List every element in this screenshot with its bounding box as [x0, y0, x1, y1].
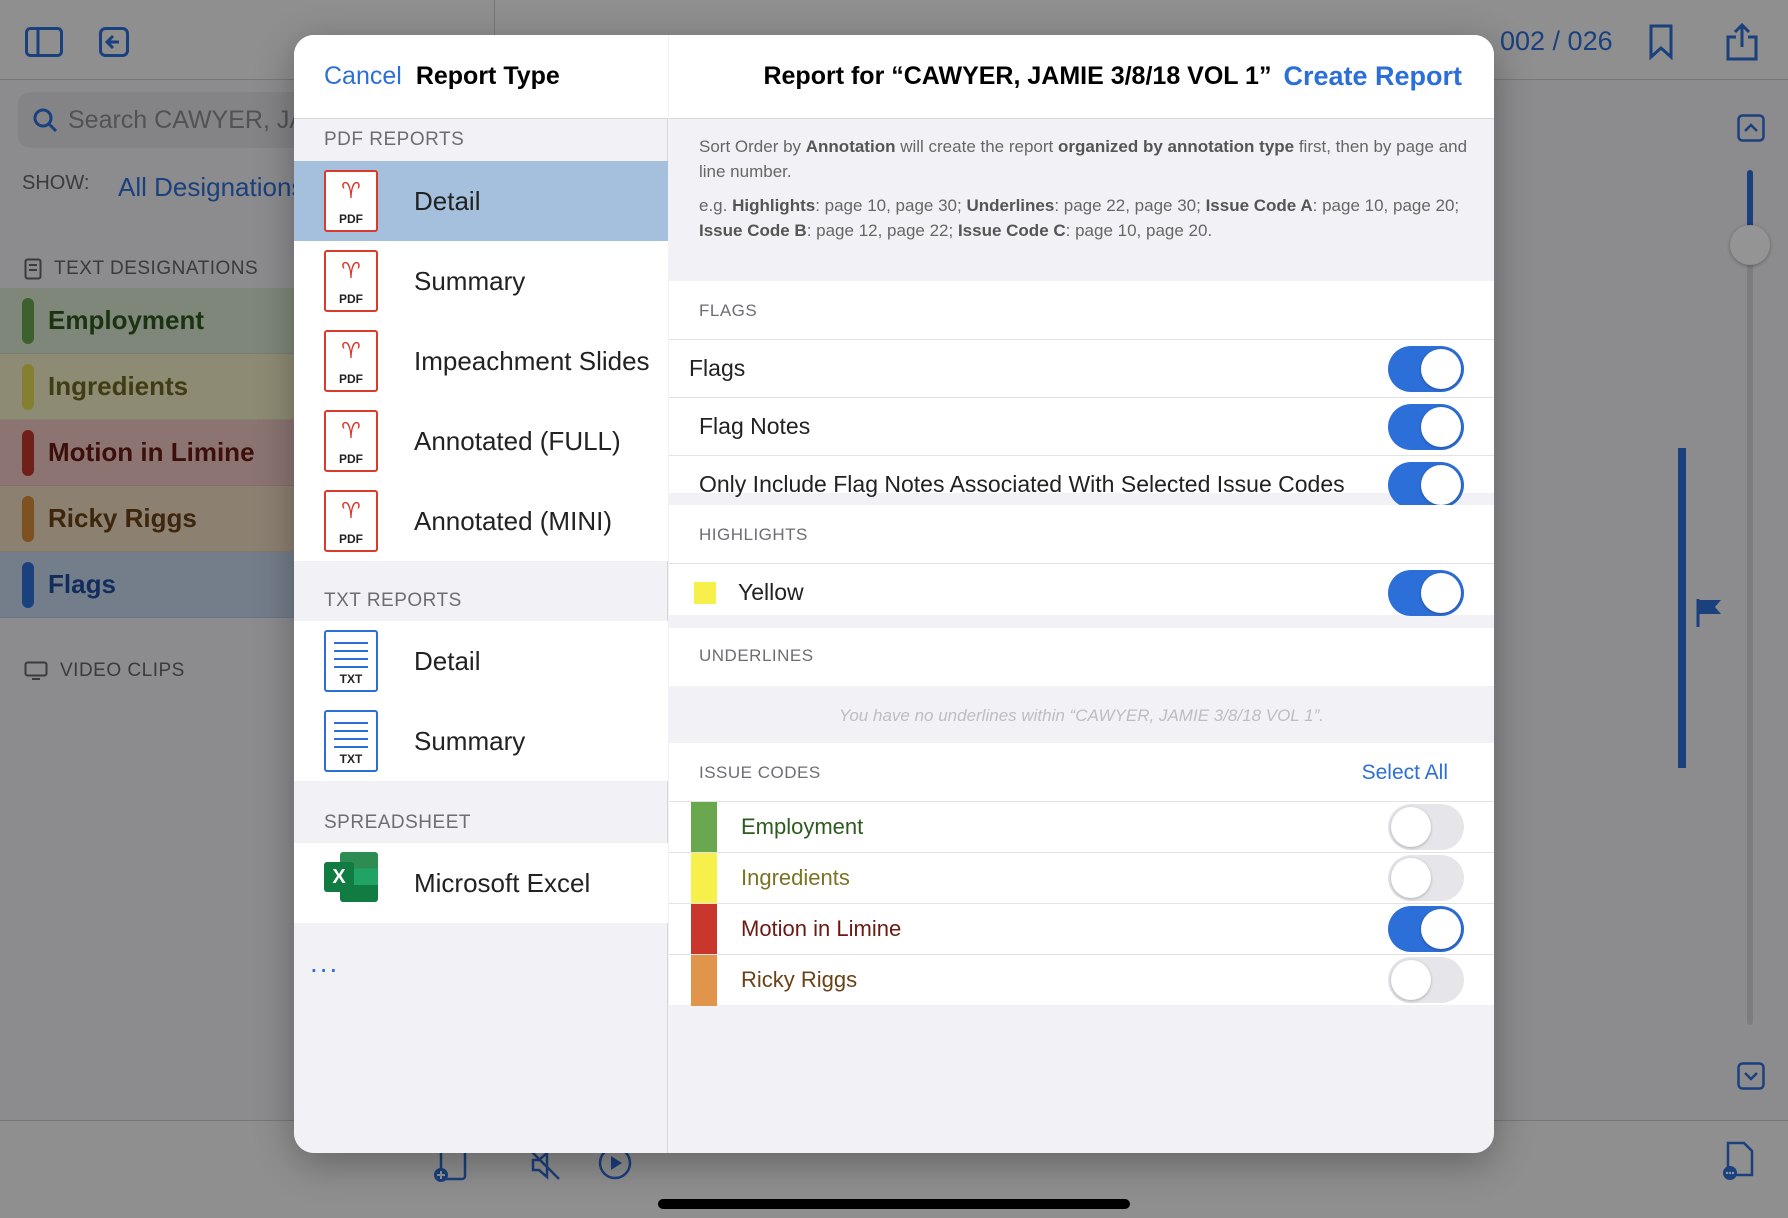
create-report-button[interactable]: Create Report	[1283, 61, 1462, 92]
pdf-report-item[interactable]: ♈ PDF Summary	[294, 241, 668, 321]
issue-code-color	[691, 852, 717, 904]
issue-code-toggle[interactable]	[1388, 957, 1464, 1003]
flag-option-row: Flag Notes	[669, 397, 1494, 455]
issue-code-toggle[interactable]	[1388, 906, 1464, 952]
issue-code-row: Motion in Limine	[669, 903, 1494, 955]
select-all-button[interactable]: Select All	[1362, 761, 1448, 785]
xls-report-item[interactable]: X Microsoft Excel	[294, 843, 668, 923]
flag-option-label: Flags	[689, 355, 746, 381]
sort-order-info: Sort Order by Annotation will create the…	[699, 137, 1468, 240]
pdf-file-icon: ♈ PDF	[324, 250, 378, 312]
flag-option-label: Flag Notes	[699, 413, 811, 439]
issue-code-label: Ingredients	[741, 865, 850, 890]
flags-section: FLAGS Flags Flag Notes Only Include Flag N…	[669, 281, 1494, 508]
report-item-label: Annotated (FULL)	[414, 425, 621, 456]
excel-icon: X	[324, 852, 378, 914]
report-item-label: Summary	[414, 265, 526, 296]
report-options-pane: Report for “CAWYER, JAMIE 3/8/18 VOL 1” …	[669, 35, 1494, 1153]
report-item-label: Microsoft Excel	[414, 867, 591, 898]
flag-option-row: Flags	[669, 339, 1494, 397]
underlines-section: UNDERLINES	[669, 628, 1494, 686]
report-item-label: Impeachment Slides	[414, 345, 650, 376]
pdf-report-item[interactable]: ♈ PDF Detail	[294, 161, 668, 241]
spreadsheet-label: SPREADSHEET	[324, 812, 471, 833]
issue-code-color	[691, 954, 717, 1006]
pdf-report-item[interactable]: ♈ PDF Annotated (FULL)	[294, 401, 668, 481]
pdf-file-icon: ♈ PDF	[324, 410, 378, 472]
issue-code-color	[691, 903, 717, 955]
issue-codes-section-label: ISSUE CODES	[699, 763, 821, 782]
pdf-file-icon: ♈ PDF	[324, 330, 378, 392]
home-indicator	[658, 1199, 1130, 1209]
txt-file-icon: TXT	[324, 630, 378, 692]
pdf-reports-label: PDF REPORTS	[324, 129, 465, 150]
issue-code-toggle[interactable]	[1388, 804, 1464, 850]
report-type-header: Cancel Report Type	[294, 35, 668, 119]
more-options-button[interactable]: ...	[310, 947, 339, 979]
report-options-header: Report for “CAWYER, JAMIE 3/8/18 VOL 1” …	[669, 35, 1494, 119]
flag-option-toggle[interactable]	[1388, 403, 1464, 450]
txt-reports-label: TXT REPORTS	[324, 590, 462, 611]
underlines-empty-message: You have no underlines within “CAWYER, J…	[838, 706, 1325, 725]
highlights-section-label: HIGHLIGHTS	[699, 525, 808, 544]
highlight-label: Yellow	[738, 579, 804, 605]
pdf-report-item[interactable]: ♈ PDF Impeachment Slides	[294, 321, 668, 401]
issue-code-row: Ingredients	[669, 852, 1494, 904]
txt-report-item[interactable]: TXT Detail	[294, 621, 668, 701]
txt-file-icon: TXT	[324, 710, 378, 772]
report-type-title: Report Type	[415, 62, 560, 90]
pdf-file-icon: ♈ PDF	[324, 490, 378, 552]
issue-code-color	[691, 801, 717, 853]
report-type-pane: Cancel Report Type PDF REPORTS ♈ PDF Detai…	[294, 35, 668, 1153]
flag-option-toggle[interactable]	[1388, 461, 1464, 508]
report-item-label: Detail	[414, 645, 481, 676]
highlight-yellow-toggle[interactable]	[1388, 569, 1464, 616]
issue-code-label: Motion in Limine	[741, 916, 902, 941]
issue-code-label: Ricky Riggs	[741, 967, 858, 992]
pdf-report-item[interactable]: ♈ PDF Annotated (MINI)	[294, 481, 668, 561]
report-modal: Cancel Report Type PDF REPORTS ♈ PDF Detai…	[294, 35, 1494, 1153]
issue-code-row: Ricky Riggs	[669, 954, 1494, 1006]
issue-code-toggle[interactable]	[1388, 855, 1464, 901]
issue-code-row: Employment	[669, 801, 1494, 853]
underlines-section-label: UNDERLINES	[699, 646, 814, 665]
issue-code-label: Employment	[741, 814, 864, 839]
report-item-label: Summary	[414, 725, 526, 756]
highlights-section: HIGHLIGHTS Yellow	[669, 505, 1494, 616]
txt-report-item[interactable]: TXT Summary	[294, 701, 668, 781]
issue-codes-section: ISSUE CODES Select All Employment Ingredi…	[669, 743, 1494, 1006]
pdf-file-icon: ♈ PDF	[324, 170, 378, 232]
report-item-label: Detail	[414, 185, 481, 216]
flag-option-toggle[interactable]	[1388, 345, 1464, 392]
flags-section-label: FLAGS	[699, 301, 758, 320]
cancel-button[interactable]: Cancel	[324, 62, 402, 91]
report-item-label: Annotated (MINI)	[414, 505, 612, 536]
flag-option-label: Only Include Flag Notes Associated With …	[699, 471, 1345, 497]
yellow-swatch	[694, 581, 716, 604]
highlight-yellow-row: Yellow	[669, 563, 1494, 621]
report-title: Report for “CAWYER, JAMIE 3/8/18 VOL 1”	[763, 62, 1272, 90]
